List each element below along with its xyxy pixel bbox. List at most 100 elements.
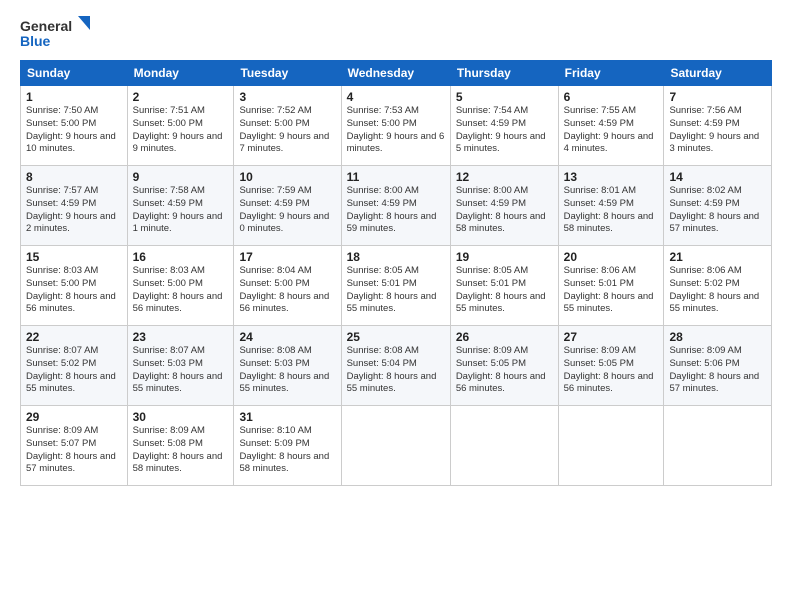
week-row-1: 1 Sunrise: 7:50 AM Sunset: 5:00 PM Dayli… <box>21 86 772 166</box>
day-info: Sunrise: 7:56 AM Sunset: 4:59 PM Dayligh… <box>669 105 759 154</box>
day-number: 7 <box>669 90 766 104</box>
day-number: 10 <box>239 170 335 184</box>
day-number: 1 <box>26 90 122 104</box>
calendar-cell: 16 Sunrise: 8:03 AM Sunset: 5:00 PM Dayl… <box>127 246 234 326</box>
calendar-cell: 30 Sunrise: 8:09 AM Sunset: 5:08 PM Dayl… <box>127 406 234 486</box>
calendar: SundayMondayTuesdayWednesdayThursdayFrid… <box>20 60 772 486</box>
calendar-cell: 21 Sunrise: 8:06 AM Sunset: 5:02 PM Dayl… <box>664 246 772 326</box>
day-info: Sunrise: 7:58 AM Sunset: 4:59 PM Dayligh… <box>133 185 223 234</box>
calendar-cell: 7 Sunrise: 7:56 AM Sunset: 4:59 PM Dayli… <box>664 86 772 166</box>
weekday-header-wednesday: Wednesday <box>341 61 450 86</box>
calendar-cell: 24 Sunrise: 8:08 AM Sunset: 5:03 PM Dayl… <box>234 326 341 406</box>
weekday-header-thursday: Thursday <box>450 61 558 86</box>
calendar-cell: 26 Sunrise: 8:09 AM Sunset: 5:05 PM Dayl… <box>450 326 558 406</box>
day-info: Sunrise: 7:59 AM Sunset: 4:59 PM Dayligh… <box>239 185 329 234</box>
calendar-cell <box>664 406 772 486</box>
day-info: Sunrise: 8:02 AM Sunset: 4:59 PM Dayligh… <box>669 185 759 234</box>
day-number: 31 <box>239 410 335 424</box>
day-info: Sunrise: 7:52 AM Sunset: 5:00 PM Dayligh… <box>239 105 329 154</box>
calendar-cell: 5 Sunrise: 7:54 AM Sunset: 4:59 PM Dayli… <box>450 86 558 166</box>
day-info: Sunrise: 8:06 AM Sunset: 5:01 PM Dayligh… <box>564 265 654 314</box>
calendar-cell: 10 Sunrise: 7:59 AM Sunset: 4:59 PM Dayl… <box>234 166 341 246</box>
weekday-header-sunday: Sunday <box>21 61 128 86</box>
day-number: 3 <box>239 90 335 104</box>
calendar-cell: 11 Sunrise: 8:00 AM Sunset: 4:59 PM Dayl… <box>341 166 450 246</box>
header: General Blue <box>20 16 772 52</box>
day-number: 11 <box>347 170 445 184</box>
day-number: 23 <box>133 330 229 344</box>
day-info: Sunrise: 8:05 AM Sunset: 5:01 PM Dayligh… <box>347 265 437 314</box>
day-number: 26 <box>456 330 553 344</box>
calendar-cell <box>450 406 558 486</box>
day-number: 20 <box>564 250 659 264</box>
day-number: 18 <box>347 250 445 264</box>
weekday-header-friday: Friday <box>558 61 664 86</box>
day-number: 5 <box>456 90 553 104</box>
calendar-cell: 9 Sunrise: 7:58 AM Sunset: 4:59 PM Dayli… <box>127 166 234 246</box>
day-number: 22 <box>26 330 122 344</box>
calendar-cell: 1 Sunrise: 7:50 AM Sunset: 5:00 PM Dayli… <box>21 86 128 166</box>
day-info: Sunrise: 8:00 AM Sunset: 4:59 PM Dayligh… <box>347 185 437 234</box>
day-info: Sunrise: 7:50 AM Sunset: 5:00 PM Dayligh… <box>26 105 116 154</box>
svg-text:General: General <box>20 18 72 34</box>
calendar-cell: 31 Sunrise: 8:10 AM Sunset: 5:09 PM Dayl… <box>234 406 341 486</box>
day-number: 21 <box>669 250 766 264</box>
day-info: Sunrise: 7:57 AM Sunset: 4:59 PM Dayligh… <box>26 185 116 234</box>
day-info: Sunrise: 7:51 AM Sunset: 5:00 PM Dayligh… <box>133 105 223 154</box>
calendar-cell: 4 Sunrise: 7:53 AM Sunset: 5:00 PM Dayli… <box>341 86 450 166</box>
calendar-cell: 13 Sunrise: 8:01 AM Sunset: 4:59 PM Dayl… <box>558 166 664 246</box>
day-info: Sunrise: 8:06 AM Sunset: 5:02 PM Dayligh… <box>669 265 759 314</box>
day-info: Sunrise: 7:55 AM Sunset: 4:59 PM Dayligh… <box>564 105 654 154</box>
day-info: Sunrise: 8:10 AM Sunset: 5:09 PM Dayligh… <box>239 425 329 474</box>
day-info: Sunrise: 8:00 AM Sunset: 4:59 PM Dayligh… <box>456 185 546 234</box>
calendar-cell <box>341 406 450 486</box>
day-info: Sunrise: 8:03 AM Sunset: 5:00 PM Dayligh… <box>133 265 223 314</box>
calendar-cell: 25 Sunrise: 8:08 AM Sunset: 5:04 PM Dayl… <box>341 326 450 406</box>
day-number: 27 <box>564 330 659 344</box>
day-number: 4 <box>347 90 445 104</box>
calendar-cell: 14 Sunrise: 8:02 AM Sunset: 4:59 PM Dayl… <box>664 166 772 246</box>
day-number: 19 <box>456 250 553 264</box>
day-info: Sunrise: 7:53 AM Sunset: 5:00 PM Dayligh… <box>347 105 445 154</box>
day-info: Sunrise: 8:09 AM Sunset: 5:06 PM Dayligh… <box>669 345 759 394</box>
weekday-header-tuesday: Tuesday <box>234 61 341 86</box>
day-number: 25 <box>347 330 445 344</box>
week-row-2: 8 Sunrise: 7:57 AM Sunset: 4:59 PM Dayli… <box>21 166 772 246</box>
calendar-cell: 27 Sunrise: 8:09 AM Sunset: 5:05 PM Dayl… <box>558 326 664 406</box>
week-row-5: 29 Sunrise: 8:09 AM Sunset: 5:07 PM Dayl… <box>21 406 772 486</box>
day-info: Sunrise: 8:07 AM Sunset: 5:02 PM Dayligh… <box>26 345 116 394</box>
weekday-header-saturday: Saturday <box>664 61 772 86</box>
day-number: 16 <box>133 250 229 264</box>
day-info: Sunrise: 8:07 AM Sunset: 5:03 PM Dayligh… <box>133 345 223 394</box>
svg-text:Blue: Blue <box>20 33 51 49</box>
day-number: 13 <box>564 170 659 184</box>
day-info: Sunrise: 8:04 AM Sunset: 5:00 PM Dayligh… <box>239 265 329 314</box>
calendar-header-row: SundayMondayTuesdayWednesdayThursdayFrid… <box>21 61 772 86</box>
calendar-cell: 12 Sunrise: 8:00 AM Sunset: 4:59 PM Dayl… <box>450 166 558 246</box>
day-number: 12 <box>456 170 553 184</box>
day-info: Sunrise: 8:01 AM Sunset: 4:59 PM Dayligh… <box>564 185 654 234</box>
week-row-4: 22 Sunrise: 8:07 AM Sunset: 5:02 PM Dayl… <box>21 326 772 406</box>
day-number: 14 <box>669 170 766 184</box>
calendar-cell: 29 Sunrise: 8:09 AM Sunset: 5:07 PM Dayl… <box>21 406 128 486</box>
weekday-header-monday: Monday <box>127 61 234 86</box>
calendar-cell: 17 Sunrise: 8:04 AM Sunset: 5:00 PM Dayl… <box>234 246 341 326</box>
calendar-cell: 20 Sunrise: 8:06 AM Sunset: 5:01 PM Dayl… <box>558 246 664 326</box>
day-info: Sunrise: 7:54 AM Sunset: 4:59 PM Dayligh… <box>456 105 546 154</box>
day-info: Sunrise: 8:05 AM Sunset: 5:01 PM Dayligh… <box>456 265 546 314</box>
day-number: 17 <box>239 250 335 264</box>
calendar-cell <box>558 406 664 486</box>
day-number: 2 <box>133 90 229 104</box>
day-number: 24 <box>239 330 335 344</box>
day-info: Sunrise: 8:09 AM Sunset: 5:05 PM Dayligh… <box>564 345 654 394</box>
calendar-cell: 28 Sunrise: 8:09 AM Sunset: 5:06 PM Dayl… <box>664 326 772 406</box>
calendar-cell: 18 Sunrise: 8:05 AM Sunset: 5:01 PM Dayl… <box>341 246 450 326</box>
day-info: Sunrise: 8:09 AM Sunset: 5:07 PM Dayligh… <box>26 425 116 474</box>
day-info: Sunrise: 8:03 AM Sunset: 5:00 PM Dayligh… <box>26 265 116 314</box>
day-info: Sunrise: 8:08 AM Sunset: 5:04 PM Dayligh… <box>347 345 437 394</box>
day-number: 30 <box>133 410 229 424</box>
page: General Blue SundayMondayTuesdayWednesda… <box>0 0 792 612</box>
day-number: 28 <box>669 330 766 344</box>
day-info: Sunrise: 8:09 AM Sunset: 5:05 PM Dayligh… <box>456 345 546 394</box>
day-number: 29 <box>26 410 122 424</box>
